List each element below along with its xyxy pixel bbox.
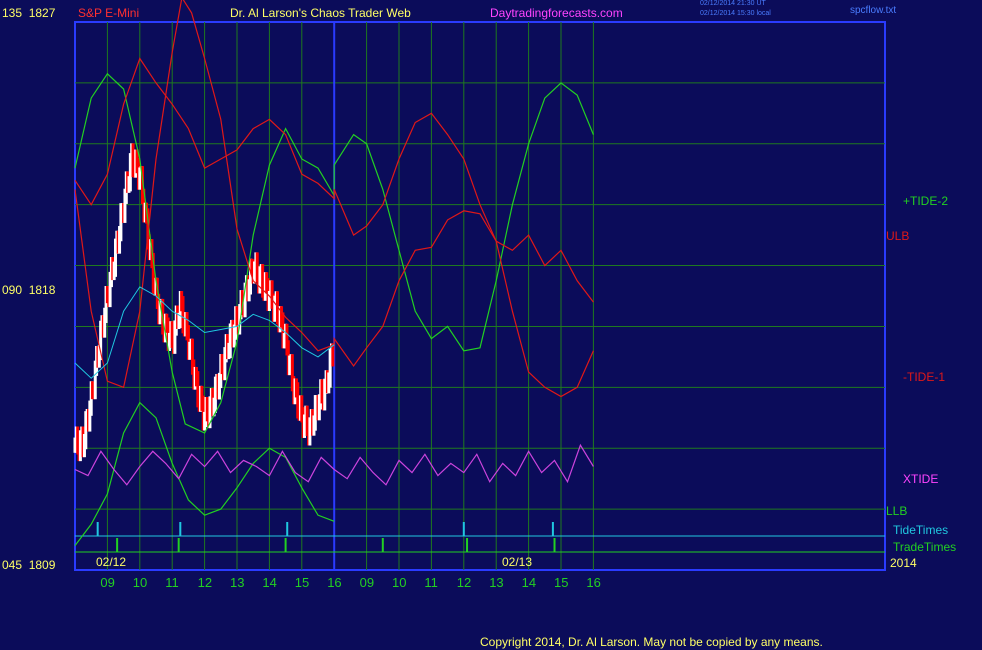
- x-tick-label-3: 12: [197, 575, 213, 590]
- page-title: Dr. Al Larson's Chaos Trader Web: [230, 6, 411, 20]
- file-name: spcflow.txt: [850, 5, 897, 16]
- y-top-labels: 135 1827: [2, 6, 56, 20]
- website-link[interactable]: Daytradingforecasts.com: [490, 6, 623, 20]
- x-tick-label-0: 09: [100, 575, 115, 590]
- copyright-notice: Copyright 2014, Dr. Al Larson. May not b…: [480, 635, 823, 649]
- date-label-2: 02/13: [502, 555, 533, 569]
- y-mid-labels: 090 1818: [2, 283, 56, 297]
- timestamp-ut: 02/12/2014 21:30 UT: [700, 0, 766, 7]
- x-tick-label-4: 13: [230, 575, 245, 590]
- x-tick-label-5: 14: [262, 575, 277, 590]
- label-tide-plus: +TIDE-2: [903, 194, 949, 208]
- label-tide-times: TideTimes: [893, 523, 949, 537]
- date-label-1: 02/12: [96, 555, 127, 569]
- plot-area: [74, 21, 886, 571]
- y-bottom-labels: 045 1809: [2, 558, 56, 572]
- x-tick-label-2: 11: [165, 575, 179, 590]
- time-lines: [75, 522, 885, 553]
- label-trade-times: TradeTimes: [893, 540, 957, 554]
- x-tick-label-8: 09: [359, 575, 375, 590]
- x-tick-label-1: 10: [132, 575, 148, 590]
- x-tick-label-14: 15: [554, 575, 569, 590]
- label-tide-minus: -TIDE-1: [903, 370, 945, 384]
- year-label: 2014: [890, 556, 917, 570]
- x-tick-label-7: 16: [327, 575, 342, 590]
- x-tick-label-15: 16: [586, 575, 601, 590]
- label-xtide: XTIDE: [903, 472, 939, 486]
- price-bars: [73, 143, 335, 462]
- x-tick-label-10: 11: [424, 575, 438, 590]
- instrument-label: S&P E-Mini: [78, 6, 140, 20]
- grid: [75, 22, 885, 570]
- timestamp-local: 02/12/2014 15:30 local: [700, 10, 771, 17]
- x-tick-label-9: 10: [392, 575, 407, 590]
- label-llb: LLB: [886, 504, 908, 518]
- label-ulb: ULB: [886, 229, 910, 243]
- x-tick-label-12: 13: [489, 575, 504, 590]
- chart-plot: [73, 0, 886, 571]
- x-tick-label-11: 12: [456, 575, 472, 590]
- x-tick-label-6: 15: [294, 575, 310, 590]
- x-tick-label-13: 14: [521, 575, 537, 590]
